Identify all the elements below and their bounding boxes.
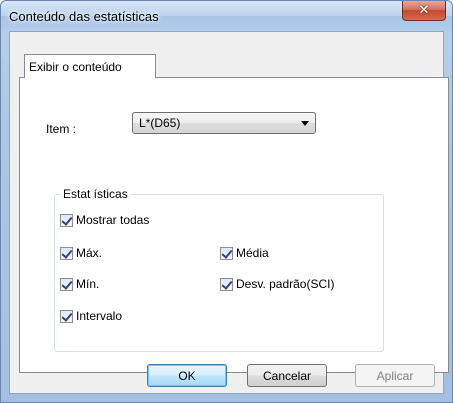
checkbox-box[interactable] — [60, 246, 73, 260]
checkbox-std-dev[interactable]: Desv. padrão(SCI) — [220, 276, 334, 292]
checkbox-box[interactable] — [220, 246, 233, 260]
checkmark-icon — [61, 213, 73, 226]
checkbox-box[interactable] — [60, 309, 73, 323]
checkmark-icon — [61, 246, 73, 259]
checkbox-max[interactable]: Máx. — [60, 245, 102, 261]
dropdown-arrow-icon — [301, 121, 309, 126]
checkmark-icon — [221, 246, 233, 259]
item-dropdown[interactable]: L*(D65) — [132, 112, 316, 134]
checkbox-interval-label: Intervalo — [76, 309, 123, 323]
checkbox-media-label: Média — [236, 246, 269, 260]
checkmark-icon — [61, 309, 73, 322]
statistics-group-label: Estat ísticas — [60, 187, 131, 201]
apply-button[interactable]: Aplicar — [355, 364, 435, 387]
checkbox-box[interactable] — [60, 277, 73, 291]
item-dropdown-value: L*(D65) — [139, 116, 181, 130]
close-icon: ✕ — [418, 3, 430, 18]
cancel-button[interactable]: Cancelar — [247, 364, 327, 387]
tab-exibir-o-conteudo[interactable]: Exibir o conteúdo — [24, 54, 156, 78]
checkbox-box[interactable] — [60, 213, 73, 227]
ok-button[interactable]: OK — [147, 364, 227, 387]
checkbox-show-all[interactable]: Mostrar todas — [60, 212, 149, 228]
tab-label: Exibir o conteúdo — [29, 60, 122, 74]
checkbox-min-label: Mín. — [76, 277, 100, 291]
checkbox-max-label: Máx. — [76, 246, 103, 260]
checkbox-box[interactable] — [220, 277, 233, 291]
checkbox-show-all-label: Mostrar todas — [76, 213, 150, 227]
checkmark-icon — [221, 277, 233, 290]
checkbox-media[interactable]: Média — [220, 245, 269, 261]
checkbox-interval[interactable]: Intervalo — [60, 308, 122, 324]
checkmark-icon — [61, 277, 73, 290]
checkbox-std-dev-label: Desv. padrão(SCI) — [236, 277, 335, 291]
dialog-client-area: Exibir o conteúdo Item : L*(D65) Estat í… — [9, 31, 449, 394]
title-bar[interactable]: Conteúdo das estatísticas ✕ — [1, 1, 452, 31]
close-button[interactable]: ✕ — [402, 1, 446, 21]
dialog-window: Conteúdo das estatísticas ✕ Exibir o con… — [0, 0, 453, 403]
window-title: Conteúdo das estatísticas — [9, 9, 159, 24]
item-label: Item : — [46, 122, 77, 136]
checkbox-min[interactable]: Mín. — [60, 276, 99, 292]
